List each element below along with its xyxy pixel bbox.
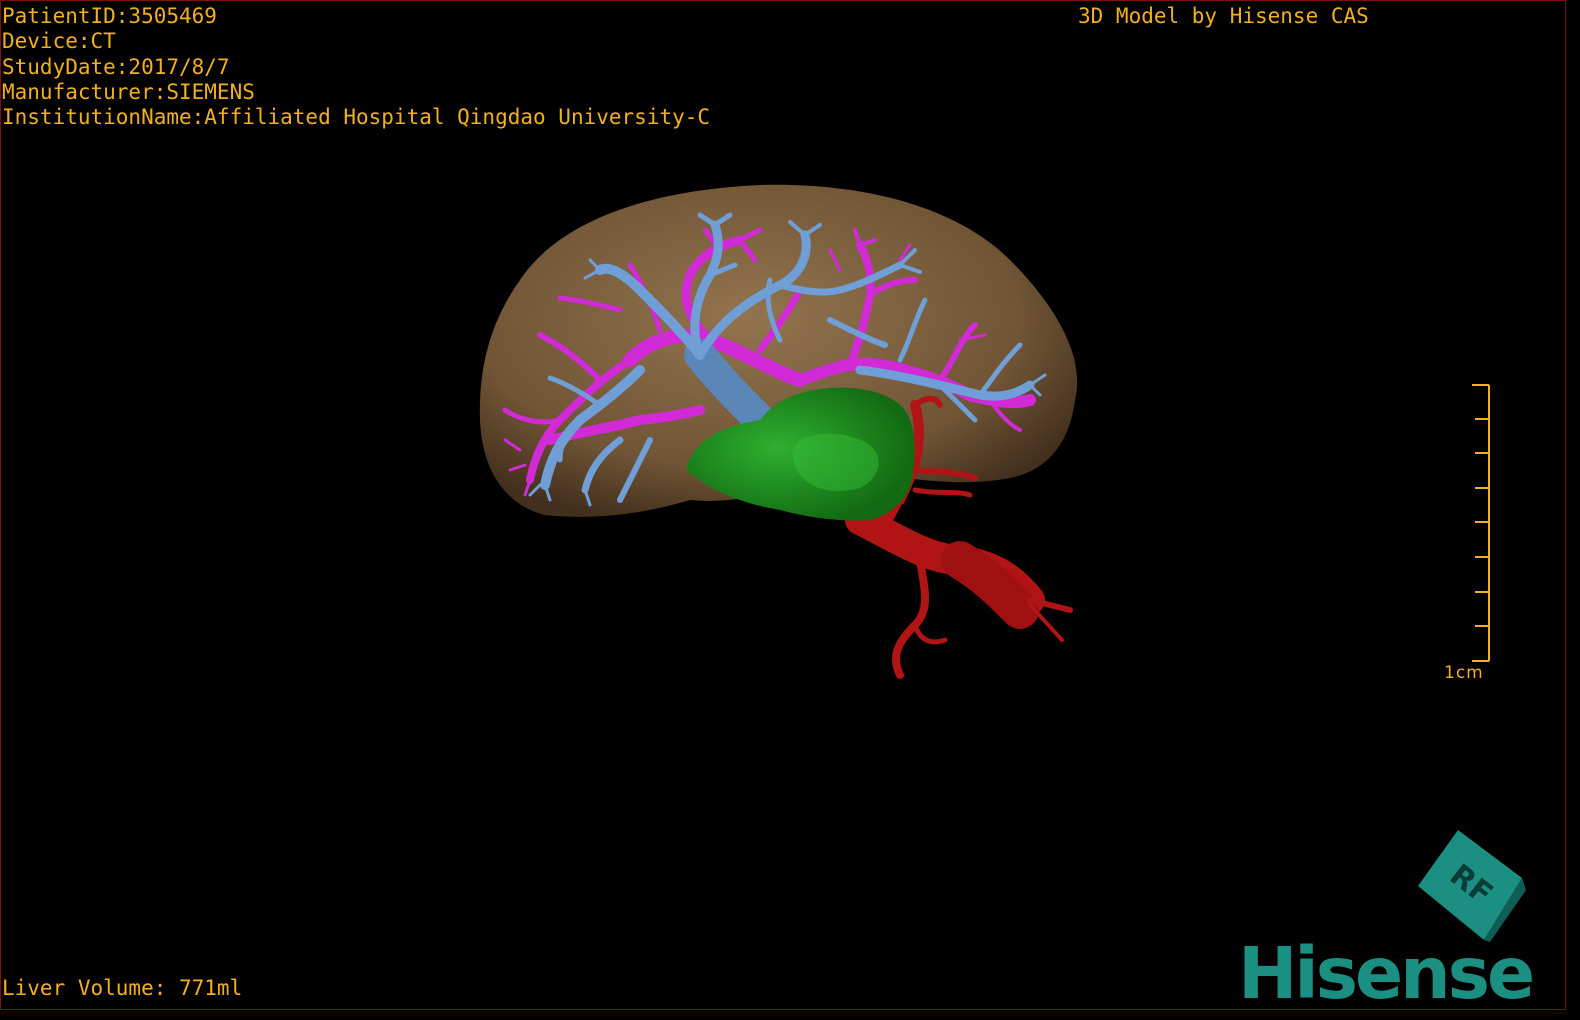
hisense-logo: Hisense <box>1238 932 1535 1015</box>
study-date: StudyDate:2017/8/7 <box>2 54 230 79</box>
3d-model-viewport[interactable] <box>0 0 1566 1010</box>
scale-bar <box>1472 384 1490 662</box>
orientation-cube[interactable]: RF <box>1410 828 1530 943</box>
institution-name: InstitutionName:Affiliated Hospital Qing… <box>2 105 711 130</box>
manufacturer: Manufacturer:SIEMENS <box>2 79 255 104</box>
device: Device:CT <box>2 29 116 54</box>
patient-info: PatientID:3505469 Device:CT StudyDate:2017… <box>2 4 710 130</box>
patient-id: PatientID:3505469 <box>2 4 217 28</box>
scale-bar-label: 1cm <box>1444 663 1484 683</box>
liver-volume: Liver Volume: 771ml <box>2 976 243 1000</box>
model-credit: 3D Model by Hisense CAS <box>1078 4 1369 28</box>
